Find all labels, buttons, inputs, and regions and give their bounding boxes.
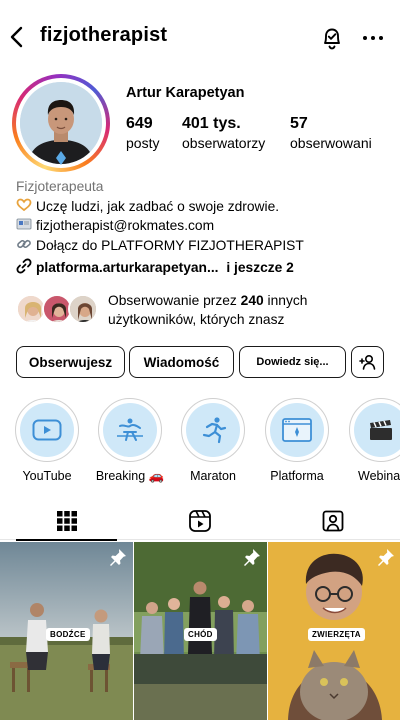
bio-link[interactable]: platforma.arturkarapetyan... i jeszcze 2 [16,258,386,278]
profile-full-name: Artur Karapetyan [126,85,245,101]
add-person-icon [358,354,375,370]
tagged-user-icon [322,510,343,532]
grid-icon [56,511,77,531]
runner-icon [202,417,227,444]
bio-line-2: fizjotherapist@rokmates.com [36,218,215,233]
posts-grid: BODŹCE CHÓD ZWIERZĘTA [0,542,400,720]
stat-posts-label: posty [126,135,160,151]
post-tag: CHÓD [184,628,217,641]
bio-line-3: Dołącz do PLATFORMY FIZJOTHERAPIST [36,237,304,253]
stat-following-value: 57 [290,115,308,132]
browser-window-icon [282,418,312,442]
highlight-label: Platforma [270,469,324,483]
verified-diamond-icon [56,151,66,165]
suggested-users-button[interactable] [351,346,384,378]
post-thumbnail[interactable]: BODŹCE [0,542,133,720]
highlight-label: Maraton [190,469,236,483]
active-tab-indicator [16,539,117,541]
highlight-label: Webina [358,469,400,483]
tab-tagged[interactable] [266,502,399,540]
bio-link-more[interactable]: i jeszcze 2 [226,260,294,275]
learn-more-button[interactable]: Dowiedz się... [239,346,346,378]
post-tag: BODŹCE [46,628,90,641]
highlight-youtube[interactable]: YouTube [12,398,82,483]
post-thumbnail[interactable]: ZWIERZĘTA [268,542,400,720]
back-arrow-icon[interactable] [6,22,30,52]
highlight-label: Breaking 🚗 [95,469,165,483]
profile-tabs [0,502,400,541]
clapperboard-icon [370,420,392,440]
message-button[interactable]: Wiadomość [129,346,234,378]
link-icon [16,258,32,274]
followed-by-line-2: użytkowników, których znasz [108,312,285,327]
mutual-count: 240 [240,293,264,308]
pin-icon [243,548,261,566]
pin-icon [109,548,127,566]
tab-posts[interactable] [0,502,133,541]
bio-line-1: Uczę ludzi, jak zadbać o swoje zdrowie. [36,198,280,214]
followed-by-suffix: innych [263,293,308,308]
stat-posts-value: 649 [126,115,153,132]
stat-following[interactable]: 57 obserwowani [290,115,372,151]
notification-bell-check-icon[interactable] [318,24,346,52]
followed-by-section[interactable]: Obserwowanie przez 240 innych użytkownik… [16,290,386,330]
followed-by-text: Obserwowanie przez 240 innych użytkownik… [108,291,378,329]
follower-avatar [68,294,98,324]
tab-reels[interactable] [133,502,266,540]
bio-link-text[interactable]: platforma.arturkarapetyan... [36,260,219,275]
stat-posts[interactable]: 649 posty [126,115,159,151]
stat-following-label: obserwowani [290,135,372,151]
highlight-breaking[interactable]: Breaking 🚗 [95,398,165,484]
highlight-label: YouTube [22,469,72,483]
breaking-figure-icon [117,418,143,441]
chain-link-icon [16,236,32,252]
email-envelope-icon [16,216,32,232]
bio-category: Fizjoterapeuta [16,179,104,194]
highlight-maraton[interactable]: Maraton [178,398,248,483]
heart-hands-icon [16,197,32,213]
reels-icon [188,510,211,532]
post-thumbnail[interactable]: CHÓD [134,542,267,720]
post-tag: ZWIERZĘTA [308,628,365,641]
more-options-icon[interactable] [360,28,386,48]
stat-followers-label: obserwatorzy [182,135,266,151]
stat-followers-value: 401 tys. [182,115,241,132]
stat-followers[interactable]: 401 tys. obserwatorzy [182,115,265,151]
profile-header: fizjotherapist [0,0,400,70]
profile-bio: Fizjoterapeuta Uczę ludzi, jak zadbać o … [16,178,386,278]
youtube-icon [32,419,62,441]
highlight-webina[interactable]: Webina [346,398,400,483]
pin-icon [377,548,395,566]
following-button[interactable]: Obserwujesz [16,346,125,378]
profile-username: fizjotherapist [40,24,168,46]
highlight-platforma[interactable]: Platforma [262,398,332,483]
followed-by-prefix: Obserwowanie przez [108,293,241,308]
